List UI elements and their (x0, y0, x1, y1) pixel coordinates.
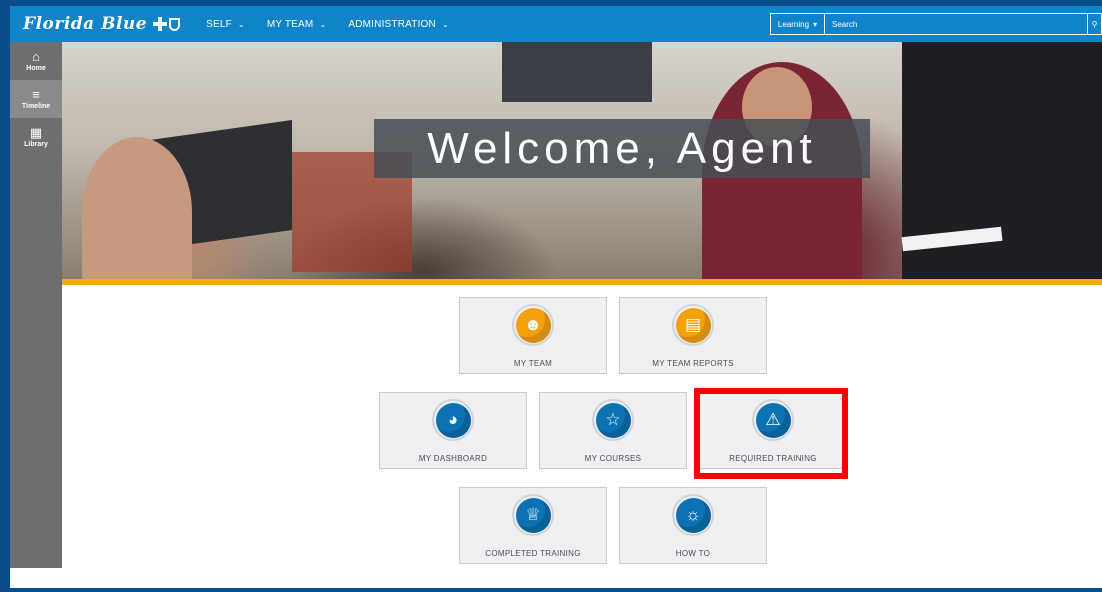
book-icon: ☆ (595, 402, 631, 438)
nav-self[interactable]: SELF ⌄ (206, 19, 245, 30)
nav-my-team-label: MY TEAM (266, 18, 314, 30)
sidebar-item-label: Home (26, 65, 46, 72)
tile-label: MY DASHBOARD (418, 454, 488, 463)
caret-down-icon: ▾ (813, 19, 818, 29)
search-icon[interactable]: ⚲ (1087, 14, 1101, 34)
top-navigation-bar: Florida Blue SELF ⌄ MY TEAM ⌄ ADMINISTRA… (10, 6, 1102, 42)
accent-divider (62, 279, 1102, 285)
tile-icon-ring: ◕ (432, 399, 474, 441)
sidebar-item-timeline[interactable]: ≡ Timeline (10, 80, 62, 118)
brand-logo-text[interactable]: Florida Blue (23, 14, 147, 34)
sidebar-item-label: Library (24, 141, 48, 148)
tile-required-training[interactable]: ⚠ REQUIRED TRAINING (699, 392, 847, 469)
search-scope-dropdown[interactable]: Learning ▾ (771, 14, 825, 34)
sidebar-item-home[interactable]: ⌂ Home (10, 42, 62, 80)
tile-label: MY COURSES (584, 454, 642, 463)
chevron-down-icon: ⌄ (237, 19, 245, 29)
hero-photo-monitor (502, 42, 652, 102)
hero-photo-person (82, 137, 192, 279)
tile-label: HOW TO (675, 549, 711, 558)
nav-my-team[interactable]: MY TEAM ⌄ (267, 19, 327, 30)
tile-my-team[interactable]: ☻ MY TEAM (459, 297, 607, 374)
tile-completed-training[interactable]: ♕ COMPLETED TRAINING (459, 487, 607, 564)
tile-my-courses[interactable]: ☆ MY COURSES (539, 392, 687, 469)
brand-logo-icons (153, 17, 181, 31)
sidebar-item-library[interactable]: ▦ Library (10, 118, 62, 156)
nav-administration-label: ADMINISTRATION (348, 18, 436, 30)
search-bar: Learning ▾ ⚲ (770, 13, 1102, 35)
tile-my-dashboard[interactable]: ◕ MY DASHBOARD (379, 392, 527, 469)
library-icon: ▦ (29, 125, 43, 140)
trophy-icon: ♕ (515, 497, 551, 533)
lightbulb-icon: ☼ (675, 497, 711, 533)
search-input[interactable] (825, 14, 1087, 34)
main-nav: SELF ⌄ MY TEAM ⌄ ADMINISTRATION ⌄ (206, 19, 449, 30)
team-icon: ☻ (515, 307, 551, 343)
tile-icon-ring: ☻ (512, 304, 554, 346)
search-scope-label: Learning (777, 19, 810, 29)
tile-label: MY TEAM REPORTS (652, 359, 734, 368)
timeline-icon: ≡ (32, 87, 40, 102)
left-sidebar: ⌂ Home ≡ Timeline ▦ Library (10, 42, 62, 568)
alert-icon: ⚠ (755, 402, 791, 438)
tile-label: REQUIRED TRAINING (729, 454, 817, 463)
home-icon: ⌂ (32, 49, 40, 64)
shield-icon (169, 17, 181, 31)
sidebar-item-label: Timeline (21, 103, 51, 110)
cross-icon (153, 17, 168, 31)
tile-label: MY TEAM (513, 359, 553, 368)
report-icon: ▤ (675, 307, 711, 343)
tile-icon-ring: ♕ (512, 494, 554, 536)
gauge-icon: ◕ (435, 402, 471, 438)
tile-icon-ring: ⚠ (752, 399, 794, 441)
tile-icon-ring: ▤ (672, 304, 714, 346)
nav-self-label: SELF (206, 18, 232, 30)
tile-my-team-reports[interactable]: ▤ MY TEAM REPORTS (619, 297, 767, 374)
nav-administration[interactable]: ADMINISTRATION ⌄ (348, 19, 449, 30)
tile-how-to[interactable]: ☼ HOW TO (619, 487, 767, 564)
welcome-heading: Welcome, Agent (374, 119, 870, 178)
hero-banner: Welcome, Agent (62, 42, 1102, 279)
tile-icon-ring: ☆ (592, 399, 634, 441)
tile-icon-ring: ☼ (672, 494, 714, 536)
chevron-down-icon: ⌄ (319, 19, 327, 29)
chevron-down-icon: ⌄ (441, 19, 449, 29)
tile-label: COMPLETED TRAINING (485, 549, 581, 558)
